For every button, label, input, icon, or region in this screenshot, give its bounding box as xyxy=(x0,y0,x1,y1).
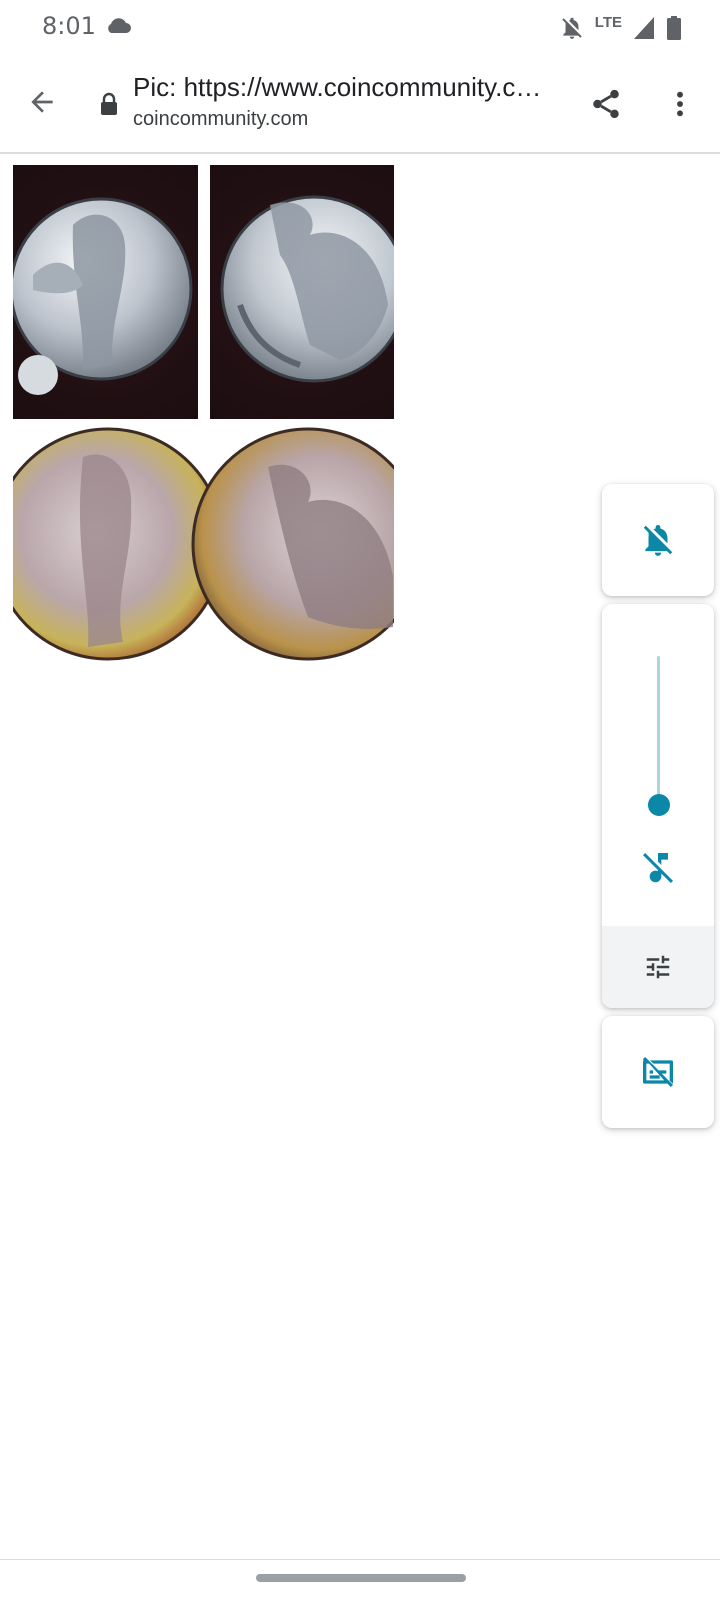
back-arrow-icon xyxy=(31,91,53,113)
back-button[interactable] xyxy=(18,78,66,126)
more-vert-icon xyxy=(677,91,683,117)
share-icon xyxy=(593,89,619,119)
music-off-icon[interactable] xyxy=(638,848,678,888)
ringer-off-icon xyxy=(643,524,673,556)
signal-icon xyxy=(634,17,654,39)
share-button[interactable] xyxy=(582,80,630,128)
ringer-mode-button[interactable] xyxy=(602,484,714,596)
network-type-label: LTE xyxy=(594,13,622,31)
cloud-icon xyxy=(108,18,131,33)
coin-reverse-image xyxy=(210,165,394,419)
sound-settings-button[interactable] xyxy=(602,926,714,1008)
navigation-bar-divider xyxy=(0,1559,720,1560)
status-icons: LTE xyxy=(559,10,682,46)
battery-icon xyxy=(667,16,681,40)
coin-pair-toned-image xyxy=(13,427,394,665)
tune-icon xyxy=(646,955,670,979)
gesture-navigation-handle[interactable] xyxy=(256,1574,466,1582)
media-volume-card xyxy=(602,604,714,1008)
coin-obverse-image xyxy=(13,165,198,419)
custom-tab-toolbar: Pic: https://www.coincommunity.com/forum… xyxy=(0,56,720,154)
live-caption-button[interactable] xyxy=(602,1016,714,1128)
media-volume-slider[interactable] xyxy=(657,656,660,808)
page-title: Pic: https://www.coincommunity.com/forum… xyxy=(133,72,553,102)
url-bar[interactable]: Pic: https://www.coincommunity.com/forum… xyxy=(133,70,553,132)
status-bar: 8:01 LTE xyxy=(0,0,720,56)
status-time: 8:01 xyxy=(42,12,96,40)
captions-off-icon xyxy=(643,1057,674,1087)
coin-image[interactable] xyxy=(13,165,394,665)
more-options-button[interactable] xyxy=(656,80,704,128)
page-domain: coincommunity.com xyxy=(133,108,309,130)
media-volume-thumb[interactable] xyxy=(648,794,670,816)
notifications-off-icon xyxy=(562,17,582,39)
lock-icon[interactable] xyxy=(98,92,120,116)
